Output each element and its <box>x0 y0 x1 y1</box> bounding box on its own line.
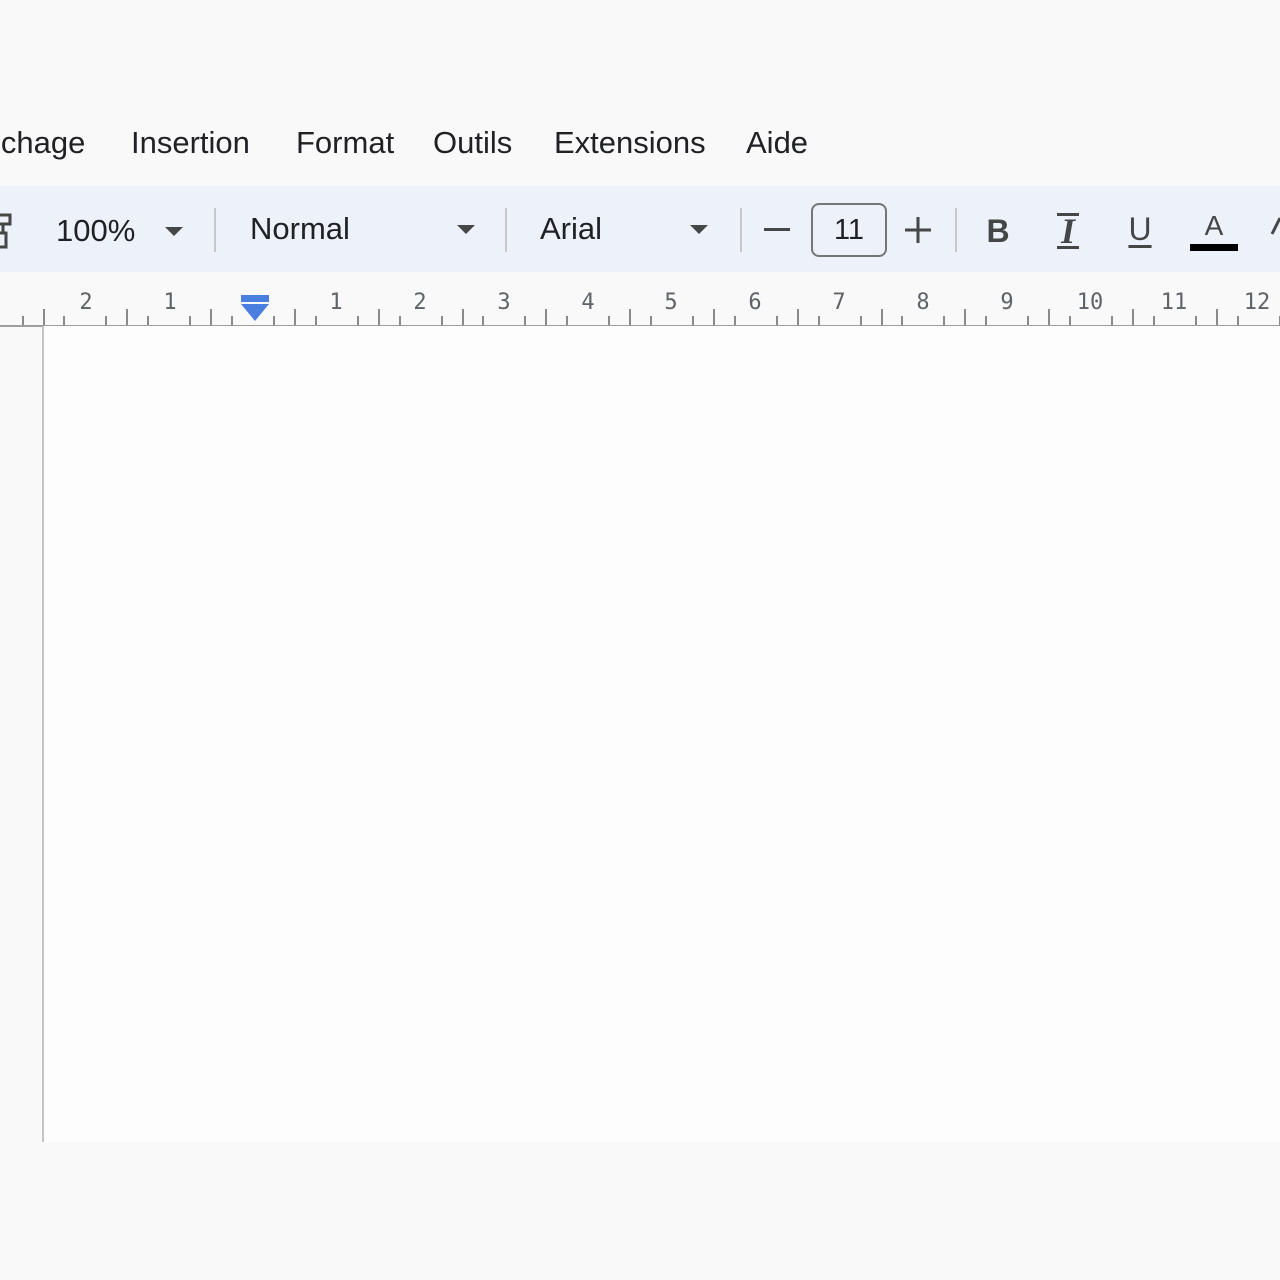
ruler-tick <box>881 309 883 325</box>
ruler-number: 11 <box>1160 290 1188 315</box>
ruler-tick <box>1237 316 1239 325</box>
ruler-number: 3 <box>497 290 511 315</box>
ruler-tick <box>231 316 233 325</box>
ruler-tick <box>818 316 820 325</box>
paragraph-style-value: Normal <box>250 211 350 246</box>
ruler-tick <box>482 316 484 325</box>
text-color-icon: A <box>1204 209 1224 241</box>
chevron-down-icon <box>457 224 475 234</box>
ruler-number: 4 <box>581 290 595 315</box>
menu-affichage[interactable]: ichage <box>0 118 85 168</box>
ruler-number: 10 <box>1076 290 1104 315</box>
ruler-tick <box>1111 316 1113 325</box>
font-family-select[interactable]: Arial <box>540 204 708 254</box>
ruler-tick <box>776 316 778 325</box>
ruler-tick <box>105 316 107 325</box>
ruler-tick <box>441 316 443 325</box>
ruler-number: 1 <box>163 290 177 315</box>
ruler-number: 7 <box>832 290 846 315</box>
ruler-tick <box>22 316 24 325</box>
ruler-tick <box>608 316 610 325</box>
bold-button[interactable]: B <box>980 208 1016 254</box>
highlight-color-icon[interactable] <box>1270 216 1280 236</box>
ruler-tick <box>147 316 149 325</box>
ruler-tick <box>734 316 736 325</box>
menu-insertion[interactable]: Insertion <box>131 118 250 168</box>
document-page[interactable] <box>42 326 1280 1142</box>
ruler-tick <box>985 316 987 325</box>
ruler-tick <box>1132 309 1134 325</box>
ruler-number: 9 <box>1000 290 1014 315</box>
ruler-tick <box>273 316 275 325</box>
ruler-tick <box>315 316 317 325</box>
ruler-tick <box>650 316 652 325</box>
paragraph-style-select[interactable]: Normal <box>250 204 475 254</box>
underline-icon: U <box>1128 210 1152 247</box>
underline-button[interactable]: U <box>1122 206 1158 252</box>
paint-format-icon[interactable] <box>0 211 16 251</box>
ruler-tick <box>566 316 568 325</box>
decrease-font-size-button[interactable] <box>760 208 794 252</box>
italic-button[interactable]: I <box>1050 208 1086 254</box>
menu-aide[interactable]: Aide <box>746 118 808 168</box>
menu-outils[interactable]: Outils <box>433 118 512 168</box>
ruler-number: 12 <box>1243 290 1271 315</box>
ruler-tick <box>1048 309 1050 325</box>
ruler-tick <box>1027 316 1029 325</box>
menu-format[interactable]: Format <box>296 118 394 168</box>
toolbar: 100% Normal Arial 11 B I U A <box>0 186 1280 272</box>
toolbar-divider <box>740 208 742 252</box>
ruler-number: 1 <box>329 290 343 315</box>
ruler-tick <box>294 309 296 325</box>
toolbar-divider <box>505 208 507 252</box>
ruler-tick <box>126 309 128 325</box>
ruler-tick <box>860 316 862 325</box>
ruler-tick <box>189 316 191 325</box>
plus-icon <box>905 217 931 243</box>
ruler-tick <box>1153 316 1155 325</box>
ruler-tick <box>1216 309 1218 325</box>
italic-icon: I <box>1056 213 1079 249</box>
ruler-tick <box>43 309 45 325</box>
ruler-number: 2 <box>79 290 93 315</box>
ruler-number: 6 <box>748 290 762 315</box>
horizontal-ruler[interactable]: 2 1 1 2 3 4 5 6 7 8 9 10 11 12 <box>0 280 1280 330</box>
ruler-tick <box>713 309 715 325</box>
ruler-tick <box>462 309 464 325</box>
zoom-value: 100% <box>56 213 136 248</box>
ruler-tick <box>692 316 694 325</box>
ruler-tick <box>378 309 380 325</box>
ruler-tick <box>1069 316 1071 325</box>
ruler-number: 5 <box>664 290 678 315</box>
ruler-tick <box>943 316 945 325</box>
ruler-tick <box>901 316 903 325</box>
ruler-tick <box>357 316 359 325</box>
bold-icon: B <box>986 212 1010 249</box>
chevron-down-icon <box>690 224 708 234</box>
ruler-tick <box>63 316 65 325</box>
font-size-input[interactable]: 11 <box>811 203 887 257</box>
chevron-down-icon <box>165 226 184 236</box>
toolbar-divider <box>214 208 216 252</box>
minus-icon <box>764 228 790 231</box>
indent-marker-icon[interactable] <box>240 295 270 323</box>
ruler-tick <box>797 309 799 325</box>
font-family-value: Arial <box>540 211 603 246</box>
ruler-number: 2 <box>413 290 427 315</box>
ruler-number: 8 <box>916 290 930 315</box>
zoom-select[interactable]: 100% <box>56 206 184 256</box>
ruler-tick <box>524 316 526 325</box>
ruler-tick <box>629 309 631 325</box>
text-color-swatch <box>1190 243 1238 251</box>
text-color-button[interactable]: A <box>1188 206 1240 256</box>
ruler-tick <box>210 309 212 325</box>
ruler-tick <box>399 316 401 325</box>
ruler-tick <box>1195 316 1197 325</box>
increase-font-size-button[interactable] <box>901 208 935 252</box>
ruler-tick <box>545 309 547 325</box>
docs-app: ichage Insertion Format Outils Extension… <box>0 0 1280 1280</box>
ruler-tick <box>964 309 966 325</box>
toolbar-divider <box>955 208 957 252</box>
menu-extensions[interactable]: Extensions <box>554 118 706 168</box>
